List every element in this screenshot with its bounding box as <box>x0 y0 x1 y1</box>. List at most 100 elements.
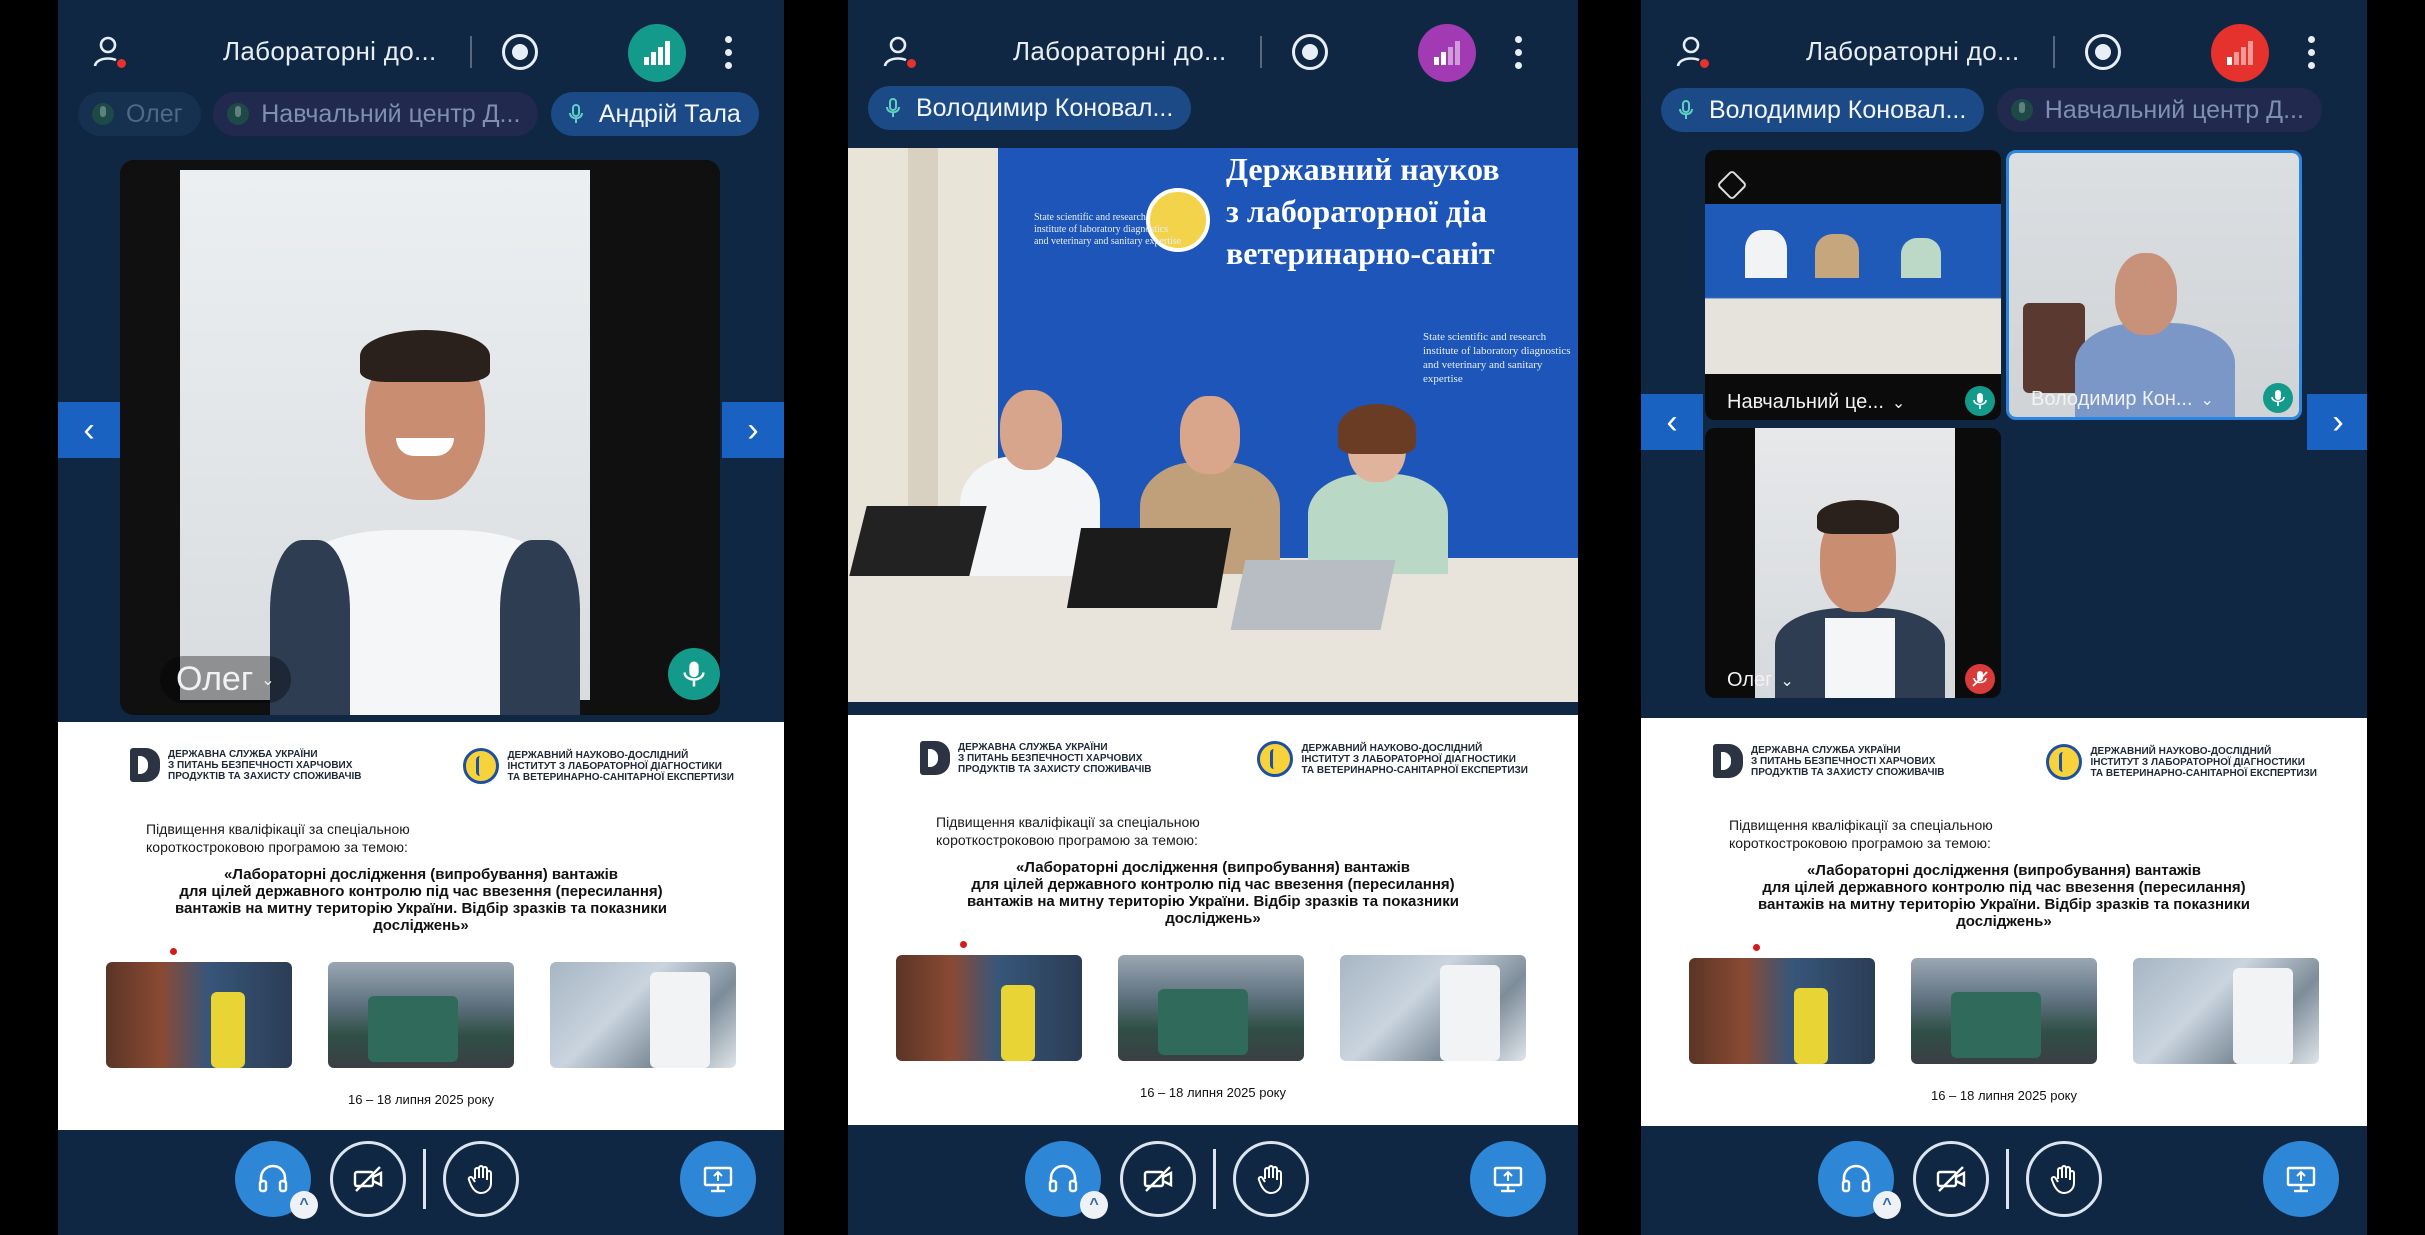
video-tile-oleg[interactable]: Олег ⌄ <box>120 160 720 715</box>
laptop <box>1230 560 1396 630</box>
signal-bars-icon[interactable] <box>628 24 686 82</box>
state-service-logo: ДЕРЖАВНА СЛУЖБА УКРАЇНИ З ПИТАНЬ БЕЗПЕЧНО… <box>920 741 1151 775</box>
phone-screen-2: Лабораторні до... Володимир Коновал... Д… <box>848 0 1578 1235</box>
record-icon[interactable] <box>1292 34 1328 70</box>
speaker-chip-label: Володимир Коновал... <box>1709 95 1967 124</box>
slide-logos: ДЕРЖАВНА СЛУЖБА УКРАЇНИ З ПИТАНЬ БЕЗПЕЧНО… <box>130 748 734 792</box>
speaker-chip[interactable]: Навчальний центр Д... <box>213 92 539 136</box>
speaker-chip[interactable]: Володимир Коновал... <box>1661 88 1985 132</box>
laser-pointer <box>1753 944 1760 951</box>
banner-title: Державний науков з лабораторної діа ветери… <box>1226 151 1500 271</box>
slide-date: 16 – 18 липня 2025 року <box>347 1092 495 1107</box>
speaker-chips: Володимир Коновал... <box>868 86 1568 132</box>
user-icon[interactable] <box>90 32 130 72</box>
slide-logos: ДЕРЖАВНА СЛУЖБА УКРАЇНИ З ПИТАНЬ БЕЗПЕЧНО… <box>1713 744 2317 788</box>
screen-share-icon[interactable] <box>1470 1141 1546 1217</box>
more-vertical-icon[interactable] <box>2306 36 2316 70</box>
participant-name[interactable]: Володимир Кон... ⌄ <box>2031 388 2214 411</box>
video-tile-volodymyr[interactable]: Володимир Кон... ⌄ <box>2006 150 2302 420</box>
photo-warehouse <box>106 962 292 1068</box>
chevron-up-icon[interactable]: ^ <box>1080 1191 1108 1219</box>
video-tile-oleg[interactable]: Олег ⌄ <box>1705 428 2001 698</box>
laser-pointer <box>960 941 967 948</box>
slide-date: 16 – 18 липня 2025 року <box>1139 1085 1287 1100</box>
slide-photos <box>896 955 1530 1061</box>
participant-video <box>260 330 590 715</box>
divider <box>1260 36 1262 68</box>
top-bar: Лабораторні до... <box>848 22 1578 82</box>
video-tile-conference-room[interactable]: Державний науков з лабораторної діа ветери… <box>848 148 1578 702</box>
mic-on-icon <box>2263 383 2293 413</box>
pin-icon[interactable] <box>1716 169 1748 201</box>
camera-off-icon[interactable] <box>330 1141 406 1217</box>
speaker-chip[interactable]: Олег <box>78 92 201 136</box>
state-service-logo: ДЕРЖАВНА СЛУЖБА УКРАЇНИ З ПИТАНЬ БЕЗПЕЧНО… <box>1713 744 1944 778</box>
divider <box>1213 1149 1216 1209</box>
screen-share-icon[interactable] <box>2263 1141 2339 1217</box>
state-service-logo: ДЕРЖАВНА СЛУЖБА УКРАЇНИ З ПИТАНЬ БЕЗПЕЧНО… <box>130 748 361 782</box>
record-icon[interactable] <box>502 34 538 70</box>
chevron-left-icon[interactable]: ‹ <box>58 402 120 458</box>
speaker-chip[interactable]: Володимир Коновал... <box>868 86 1192 130</box>
divider <box>423 1149 426 1209</box>
more-vertical-icon[interactable] <box>723 36 733 70</box>
speaker-chip[interactable]: Навчальний центр Д... <box>1996 88 2322 132</box>
record-icon[interactable] <box>2085 34 2121 70</box>
slide-photos <box>106 962 736 1068</box>
mic-on-icon <box>668 648 720 700</box>
slide-lead: Підвищення кваліфікації за спеціальною ко… <box>1729 817 1993 851</box>
presentation-slide: ДЕРЖАВНА СЛУЖБА УКРАЇНИ З ПИТАНЬ БЕЗПЕЧНО… <box>848 715 1578 1125</box>
raise-hand-icon[interactable] <box>1233 1141 1309 1217</box>
participant-name[interactable]: Олег ⌄ <box>1727 669 1794 692</box>
video-tile-training-center[interactable]: Навчальний це... ⌄ <box>1705 150 2001 420</box>
photo-lab <box>2133 958 2319 1064</box>
photo-truck <box>328 962 514 1068</box>
chevron-right-icon[interactable]: › <box>722 402 784 458</box>
chevron-right-icon[interactable]: › <box>2307 394 2367 450</box>
signal-bars-icon[interactable] <box>2211 24 2269 82</box>
slide-title: «Лабораторні дослідження (випробування) … <box>175 866 667 934</box>
signal-bars-icon[interactable] <box>1418 24 1476 82</box>
slide-logos: ДЕРЖАВНА СЛУЖБА УКРАЇНИ З ПИТАНЬ БЕЗПЕЧНО… <box>920 741 1528 785</box>
slide-lead: Підвищення кваліфікації за спеціальною ко… <box>936 814 1200 848</box>
institute-logo: ДЕРЖАВНИЙ НАУКОВО-ДОСЛІДНИЙ ІНСТИТУТ З ЛА… <box>1257 741 1528 777</box>
speaker-chip[interactable]: Андрій Тала <box>550 92 759 136</box>
raise-hand-icon[interactable] <box>443 1141 519 1217</box>
speaker-chips: Володимир Коновал... Навчальний центр Д.… <box>1661 88 2357 134</box>
slide-lead: Підвищення кваліфікації за спеціальною ко… <box>146 821 410 855</box>
speaker-chip-label: Олег <box>126 99 183 128</box>
meeting-title: Лабораторні до... <box>223 36 437 66</box>
slide-title: «Лабораторні дослідження (випробування) … <box>1758 862 2250 930</box>
divider <box>470 36 472 68</box>
participant-name[interactable]: Навчальний це... ⌄ <box>1727 391 1905 414</box>
raise-hand-icon[interactable] <box>2026 1141 2102 1217</box>
user-icon[interactable] <box>880 32 920 72</box>
user-icon[interactable] <box>1673 32 1713 72</box>
speaker-chips: Олег Навчальний центр Д... Андрій Тала <box>78 92 774 138</box>
camera-off-icon[interactable] <box>1913 1141 1989 1217</box>
speaker-chip-label: Навчальний центр Д... <box>261 99 521 128</box>
mic-icon <box>882 97 904 119</box>
phone-screen-1: Лабораторні до... Олег Навчальний центр … <box>58 0 784 1235</box>
mic-icon <box>227 103 250 125</box>
top-bar: Лабораторні до... <box>1641 22 2367 82</box>
presentation-slide: ДЕРЖАВНА СЛУЖБА УКРАЇНИ З ПИТАНЬ БЕЗПЕЧНО… <box>1641 718 2367 1126</box>
chevron-up-icon[interactable]: ^ <box>1873 1191 1901 1219</box>
camera-off-icon[interactable] <box>1120 1141 1196 1217</box>
photo-warehouse <box>896 955 1082 1061</box>
mic-icon <box>92 103 114 125</box>
mic-icon <box>1675 99 1697 121</box>
institute-logo: ДЕРЖАВНИЙ НАУКОВО-ДОСЛІДНИЙ ІНСТИТУТ З ЛА… <box>2046 744 2317 780</box>
bottom-toolbar: ^ <box>58 1141 784 1221</box>
slide-title: «Лабораторні дослідження (випробування) … <box>967 859 1459 927</box>
video-grid: Навчальний це... ⌄ Володимир Кон... ⌄ Ол… <box>1641 150 2367 705</box>
screen-share-icon[interactable] <box>680 1141 756 1217</box>
participant-name[interactable]: Олег ⌄ <box>160 656 291 703</box>
participant-video <box>1308 404 1448 574</box>
banner-subtitle: State scientific and research institute o… <box>1034 212 1182 247</box>
chevron-up-icon[interactable]: ^ <box>290 1191 318 1219</box>
laser-pointer <box>170 948 177 955</box>
chevron-left-icon[interactable]: ‹ <box>1641 394 1703 450</box>
mic-icon <box>565 103 587 125</box>
more-vertical-icon[interactable] <box>1513 36 1523 70</box>
